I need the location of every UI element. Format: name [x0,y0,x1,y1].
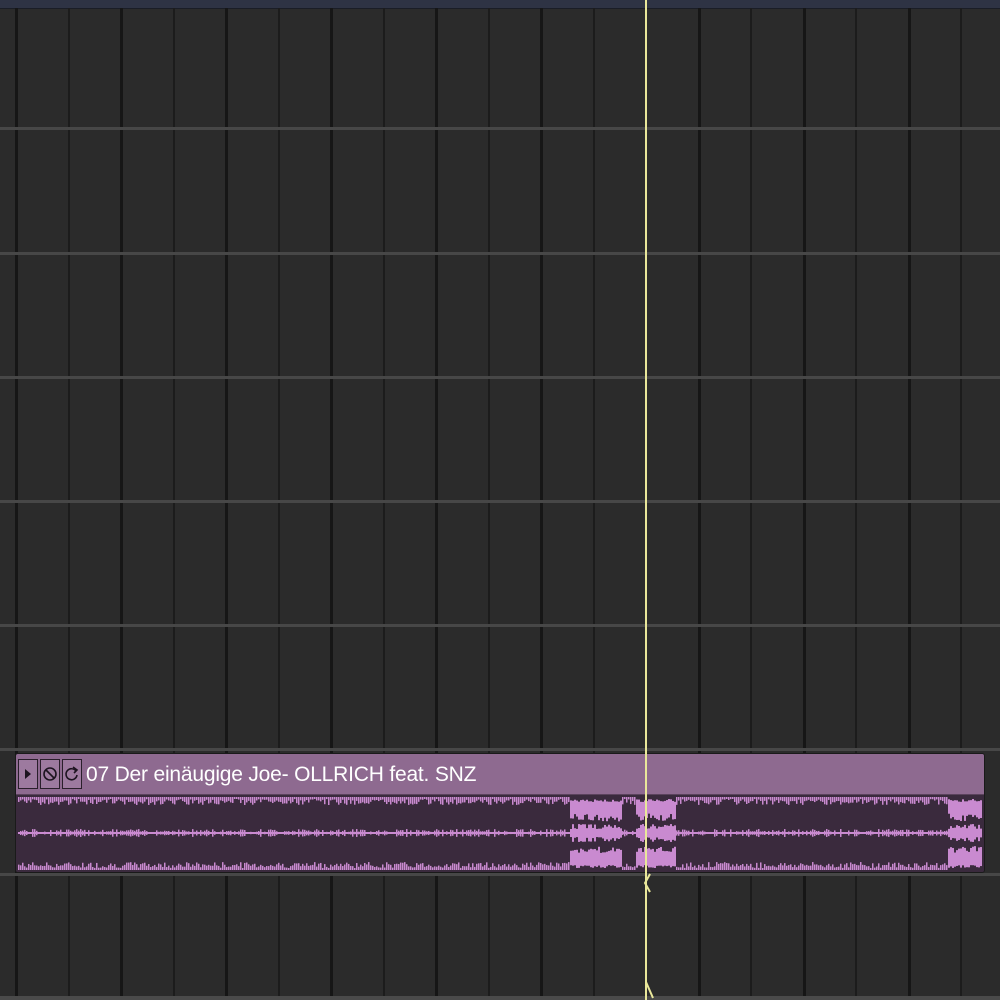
track-lane-divider [0,624,1000,627]
track-lane-divider [0,748,1000,751]
timeline-ruler-edge[interactable] [0,0,1000,9]
mute-icon[interactable] [40,759,60,789]
track-lane-divider [0,500,1000,503]
track-lane-divider [0,996,1000,1000]
audio-region-header[interactable]: 07 Der einäugige Joe- OLLRICH feat. SNZ [16,754,984,795]
playhead-marker-icon [643,873,651,893]
play-icon[interactable] [18,759,38,789]
loop-icon[interactable] [62,759,82,789]
track-lane-divider [0,873,1000,876]
track-lane-divider [0,252,1000,255]
track-lane-divider [0,127,1000,130]
audio-region-title: 07 Der einäugige Joe- OLLRICH feat. SNZ [86,763,477,786]
arrange-area[interactable]: 07 Der einäugige Joe- OLLRICH feat. SNZ [0,0,1000,1000]
playhead-marker-icon [645,981,654,999]
track-lane-divider [0,376,1000,379]
audio-region[interactable]: 07 Der einäugige Joe- OLLRICH feat. SNZ [15,753,985,873]
audio-waveform [16,795,984,872]
playhead[interactable] [645,0,647,1000]
